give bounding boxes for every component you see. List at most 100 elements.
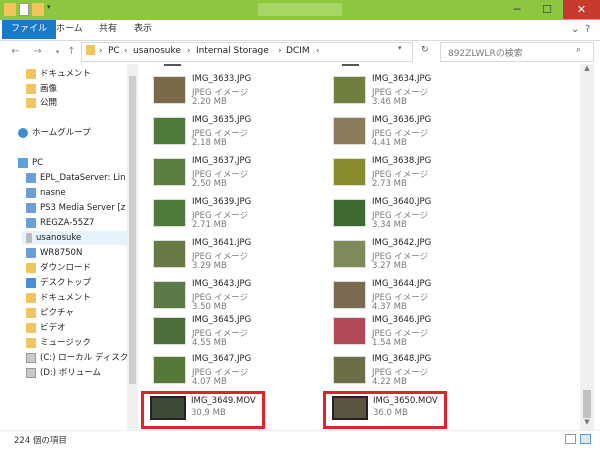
- file-name: IMG_3636.JPG: [372, 115, 432, 125]
- video-thumbnail: [150, 396, 186, 420]
- scrollbar-thumb[interactable]: [129, 76, 136, 384]
- close-button[interactable]: ✕: [563, 0, 600, 19]
- tab-share[interactable]: 共有: [91, 20, 125, 39]
- search-icon[interactable]: ⌕: [576, 45, 581, 55]
- breadcrumb-separator: ›: [99, 46, 103, 56]
- file-size: 30.9 MB: [191, 408, 226, 418]
- details-view-icon[interactable]: [565, 434, 576, 444]
- nav-item-desktop[interactable]: デスクトップ: [26, 276, 134, 290]
- file-size: 2.73 MB: [372, 179, 407, 189]
- nav-item-my-documents[interactable]: ドキュメント: [26, 291, 134, 305]
- file-size: 3.46 MB: [372, 97, 407, 107]
- scrollbar-thumb[interactable]: [583, 390, 591, 418]
- nav-item-documents[interactable]: ドキュメント: [26, 67, 134, 81]
- file-item-img-3638[interactable]: IMG_3638.JPG JPEG イメージ 2.73 MB: [321, 154, 461, 194]
- scroll-up-icon[interactable]: ▲: [580, 64, 594, 76]
- address-dropdown-icon[interactable]: ▾: [398, 44, 402, 52]
- nav-item-nasne[interactable]: nasne: [26, 186, 134, 200]
- breadcrumb-dcim[interactable]: DCIM: [286, 46, 310, 56]
- network-device-icon: [26, 248, 36, 258]
- nav-item-label: nasne: [40, 188, 66, 198]
- nav-item-epl-dataserver[interactable]: EPL_DataServer: Lin: [26, 171, 134, 185]
- file-item-img-3650[interactable]: IMG_3650.MOV 36.0 MB: [326, 394, 444, 426]
- nav-item-label: ドキュメント: [40, 293, 92, 303]
- tab-home[interactable]: ホーム: [48, 20, 91, 39]
- search-placeholder: 892ZLWLRの検索: [448, 49, 523, 59]
- scroll-down-icon[interactable]: ▼: [580, 418, 594, 430]
- breadcrumb-separator: ›: [187, 46, 191, 56]
- image-thumbnail: [333, 317, 366, 345]
- file-name: IMG_3635.JPG: [192, 115, 252, 125]
- image-thumbnail: [333, 240, 366, 268]
- file-item-img-3647[interactable]: IMG_3647.JPG JPEG イメージ 4.07 MB: [141, 352, 281, 392]
- nav-item-drive-c[interactable]: (C:) ローカル ディスク: [26, 351, 134, 365]
- file-item-img-3641[interactable]: IMG_3641.JPG JPEG イメージ 3.29 MB: [141, 236, 281, 276]
- nav-item-homegroup[interactable]: ホームグループ: [18, 126, 126, 140]
- nav-item-videos[interactable]: ビデオ: [26, 321, 134, 335]
- folder-icon: [26, 98, 36, 108]
- navigation-scrollbar[interactable]: [127, 64, 138, 430]
- file-item-img-3636[interactable]: IMG_3636.JPG JPEG イメージ 4.41 MB: [321, 113, 461, 153]
- nav-item-regza[interactable]: REGZA-55Z7: [26, 216, 134, 230]
- file-item-img-3633[interactable]: IMG_3633.JPG JPEG イメージ 2.20 MB: [141, 72, 281, 112]
- explorer-window-icon: [4, 3, 16, 16]
- content-scrollbar[interactable]: ▲ ▼: [580, 64, 594, 430]
- file-item-img-3645[interactable]: IMG_3645.JPG JPEG イメージ 4.55 MB: [141, 313, 281, 353]
- file-item-img-3637[interactable]: IMG_3637.JPG JPEG イメージ 2.50 MB: [141, 154, 281, 194]
- new-folder-icon[interactable]: [32, 3, 44, 16]
- image-thumbnail: [153, 158, 186, 186]
- download-folder-icon: [26, 263, 36, 273]
- file-size: 1.54 MB: [372, 338, 407, 348]
- network-device-icon: [26, 218, 36, 228]
- breadcrumb-pc[interactable]: PC: [108, 46, 120, 56]
- file-item-img-3642[interactable]: IMG_3642.JPG JPEG イメージ 3.27 MB: [321, 236, 461, 276]
- file-item-img-3635[interactable]: IMG_3635.JPG JPEG イメージ 2.18 MB: [141, 113, 281, 153]
- file-name: IMG_3648.JPG: [372, 354, 432, 364]
- properties-icon[interactable]: [19, 3, 29, 16]
- large-icons-view-icon[interactable]: [580, 434, 591, 444]
- file-item-img-3648[interactable]: IMG_3648.JPG JPEG イメージ 4.22 MB: [321, 352, 461, 392]
- nav-item-label: (D:) ボリューム: [40, 368, 101, 378]
- maximize-button[interactable]: ☐: [533, 0, 561, 19]
- nav-item-pc[interactable]: PC: [18, 156, 126, 170]
- nav-item-images[interactable]: 画像: [26, 82, 134, 96]
- window-title: [258, 3, 342, 16]
- nav-item-pictures[interactable]: ピクチャ: [26, 306, 134, 320]
- refresh-icon[interactable]: ↻: [421, 45, 429, 55]
- up-button[interactable]: ↑: [64, 44, 79, 59]
- nav-item-ps3-media-server[interactable]: PS3 Media Server [z: [26, 201, 134, 215]
- nav-item-public[interactable]: 公開: [26, 96, 134, 110]
- ribbon-expand-icon[interactable]: ⌄: [571, 24, 579, 35]
- pc-icon: [18, 158, 28, 168]
- file-item-img-3640[interactable]: IMG_3640.JPG JPEG イメージ 3.34 MB: [321, 195, 461, 235]
- file-item-img-3643[interactable]: IMG_3643.JPG JPEG イメージ 3.50 MB: [141, 277, 281, 317]
- file-item-img-3634[interactable]: IMG_3634.JPG JPEG イメージ 3.46 MB: [321, 72, 461, 112]
- file-name: IMG_3639.JPG: [192, 197, 252, 207]
- breadcrumb-usanosuke[interactable]: usanosuke: [133, 46, 181, 56]
- minimize-button[interactable]: ─: [503, 0, 531, 19]
- file-item-img-3639[interactable]: IMG_3639.JPG JPEG イメージ 2.71 MB: [141, 195, 281, 235]
- help-icon[interactable]: ?: [585, 24, 590, 35]
- nav-item-wr8750n[interactable]: WR8750N: [26, 246, 134, 260]
- chevron-down-icon[interactable]: ▾: [47, 3, 54, 16]
- file-size: 3.27 MB: [372, 261, 407, 271]
- nav-item-usanosuke[interactable]: usanosuke: [22, 231, 134, 245]
- file-name: IMG_3645.JPG: [192, 315, 252, 325]
- back-button[interactable]: ←: [8, 44, 23, 59]
- image-thumbnail: [153, 117, 186, 145]
- nav-item-downloads[interactable]: ダウンロード: [26, 261, 134, 275]
- network-device-icon: [26, 203, 36, 213]
- recent-locations-icon[interactable]: ▾: [50, 44, 65, 59]
- tab-view[interactable]: 表示: [126, 20, 160, 39]
- forward-button[interactable]: →: [30, 44, 45, 59]
- homegroup-icon: [18, 128, 28, 138]
- image-thumbnail: [153, 76, 186, 104]
- file-name: IMG_3644.JPG: [372, 279, 432, 289]
- nav-item-music[interactable]: ミュージック: [26, 336, 134, 350]
- file-item-img-3646[interactable]: IMG_3646.JPG JPEG イメージ 1.54 MB: [321, 313, 461, 353]
- breadcrumb-internal-storage[interactable]: Internal Storage: [196, 46, 269, 56]
- file-item-img-3644[interactable]: IMG_3644.JPG JPEG イメージ 4.37 MB: [321, 277, 461, 317]
- image-thumbnail: [153, 281, 186, 309]
- file-item-img-3649[interactable]: IMG_3649.MOV 30.9 MB: [144, 394, 262, 426]
- nav-item-drive-d[interactable]: (D:) ボリューム: [26, 366, 134, 380]
